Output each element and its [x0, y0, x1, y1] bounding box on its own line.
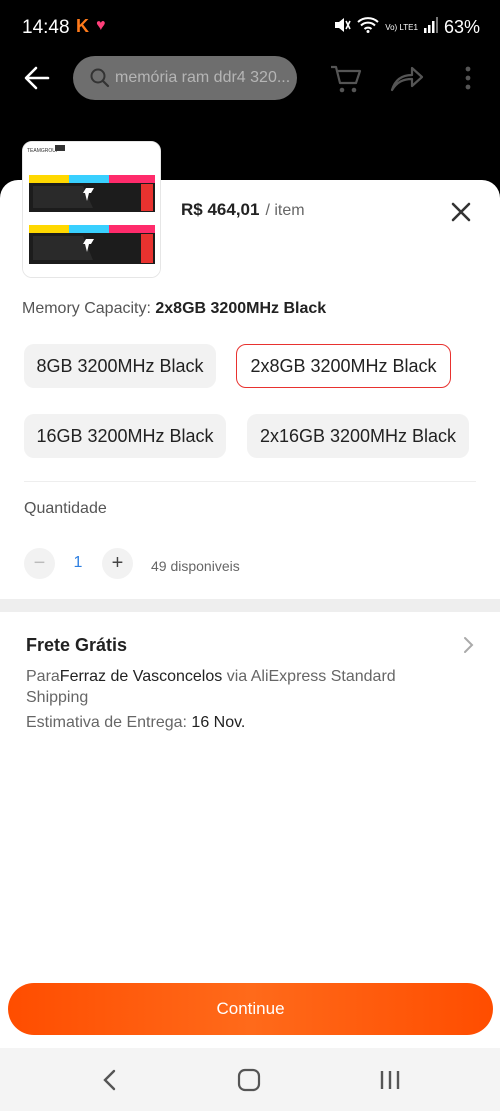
share-icon [390, 66, 424, 92]
option-2x16gb[interactable]: 2x16GB 3200MHz Black [247, 414, 469, 458]
status-bar: 14:48 K ♥ Vo) LTE1 63% [0, 0, 500, 56]
back-button[interactable] [22, 64, 52, 92]
status-time: 14:48 [22, 17, 70, 38]
delivery-estimate: Estimativa de Entrega: 16 Nov. [26, 714, 245, 732]
signal-icon [423, 17, 438, 38]
ram-product-image: TEAMGROUP [23, 142, 160, 277]
minus-icon: − [33, 552, 46, 574]
network-type: Vo) LTE1 [385, 22, 418, 32]
share-button[interactable] [389, 62, 425, 94]
price-row: R$ 464,01 / item [181, 200, 305, 220]
battery-level: 63% [443, 17, 480, 37]
product-thumbnail[interactable]: TEAMGROUP [22, 141, 161, 278]
top-toolbar: memória ram ddr4 320... [0, 56, 500, 100]
shipping-details-button[interactable] [461, 636, 475, 654]
shipping-destination: ParaFerraz de Vasconcelos via AliExpress… [26, 666, 446, 708]
option-8gb[interactable]: 8GB 3200MHz Black [24, 344, 216, 388]
svg-text:TEAMGROUP: TEAMGROUP [27, 148, 60, 154]
arrow-left-icon [24, 66, 50, 90]
plus-icon: + [111, 552, 124, 574]
status-indicators: Vo) LTE1 63% [333, 17, 480, 38]
section-divider [0, 599, 500, 612]
quantity-value[interactable]: 1 [60, 554, 96, 572]
heart-icon: ♥ [96, 17, 106, 34]
cart-button[interactable] [328, 60, 364, 96]
decrease-quantity-button[interactable]: − [24, 548, 55, 579]
system-home-button[interactable] [237, 1068, 261, 1092]
shipping-title[interactable]: Frete Grátis [26, 635, 127, 656]
shipping-city: Ferraz de Vasconcelos [59, 668, 223, 685]
close-icon [451, 202, 471, 222]
price-unit: / item [265, 202, 305, 219]
home-icon [237, 1068, 261, 1092]
cart-icon [331, 65, 362, 93]
increase-quantity-button[interactable]: + [102, 548, 133, 579]
option-2x8gb[interactable]: 2x8GB 3200MHz Black [236, 344, 451, 388]
more-vertical-icon [465, 66, 471, 90]
wifi-icon [357, 17, 379, 38]
chevron-left-icon [103, 1069, 116, 1091]
close-button[interactable] [448, 199, 474, 225]
delivery-estimate-date: 16 Nov. [191, 714, 246, 731]
mute-icon [333, 17, 351, 38]
system-back-button[interactable] [100, 1068, 120, 1092]
shipping-prefix: Para [26, 668, 60, 685]
option-16gb[interactable]: 16GB 3200MHz Black [24, 414, 226, 458]
more-options-button[interactable] [458, 64, 478, 92]
memory-capacity-label: Memory Capacity: 2x8GB 3200MHz Black [22, 300, 326, 318]
divider [24, 481, 476, 482]
continue-button[interactable]: Continue [8, 983, 493, 1035]
product-price: R$ 464,01 [181, 200, 260, 219]
system-recents-button[interactable] [378, 1068, 402, 1092]
memory-capacity-selected: 2x8GB 3200MHz Black [155, 300, 327, 317]
recents-icon [380, 1071, 400, 1089]
notification-app-icon: K [76, 16, 89, 36]
chevron-right-icon [464, 637, 474, 653]
search-icon [90, 68, 110, 88]
memory-capacity-title: Memory Capacity: [22, 300, 151, 317]
delivery-estimate-label: Estimativa de Entrega: [26, 714, 192, 731]
quantity-label: Quantidade [24, 500, 107, 517]
search-query: memória ram ddr4 320... [115, 69, 291, 86]
system-navigation-bar [0, 1048, 500, 1111]
stock-available: 49 disponiveis [151, 558, 240, 574]
search-bar[interactable]: memória ram ddr4 320... [73, 56, 297, 100]
